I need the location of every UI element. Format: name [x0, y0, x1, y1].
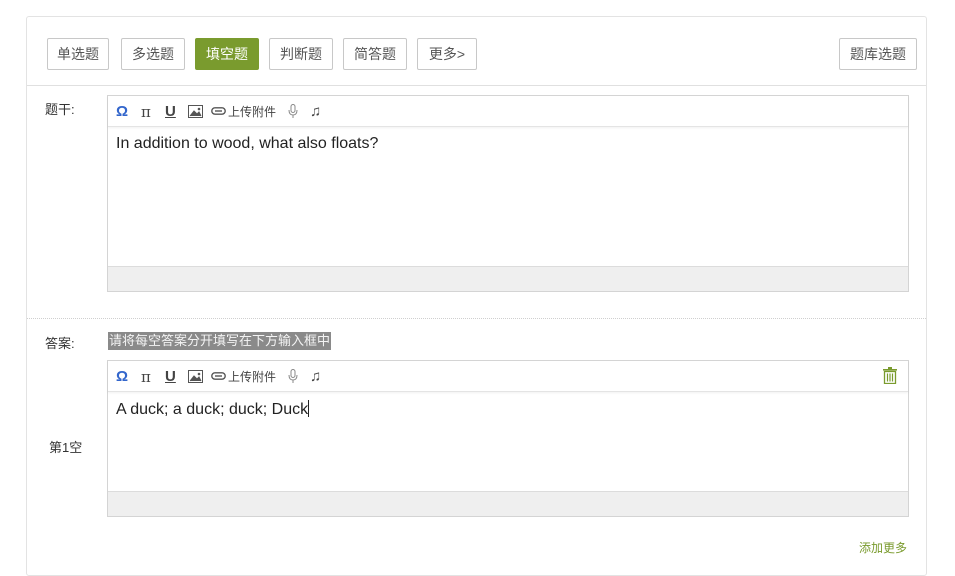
underline-icon[interactable]: U: [165, 103, 176, 121]
multiple-choice-button[interactable]: 多选题: [121, 38, 185, 70]
music-icon[interactable]: ♫: [310, 103, 321, 121]
answer-toolbar: Ω π U 上传附件 ♫: [108, 361, 908, 392]
music-icon[interactable]: ♫: [310, 368, 321, 386]
text-caret: [308, 400, 310, 417]
stem-content[interactable]: In addition to wood, what also floats?: [108, 127, 908, 161]
stem-editor-footer: [108, 266, 908, 291]
add-more-link[interactable]: 添加更多: [859, 539, 907, 556]
question-editor-panel: 单选题 多选题 填空题 判断题 简答题 更多> 题库选题 题干: Ω π U 上…: [26, 16, 927, 576]
question-bank-button[interactable]: 题库选题: [839, 38, 917, 70]
question-type-bar: 单选题 多选题 填空题 判断题 简答题 更多> 题库选题: [27, 17, 926, 86]
answer-blank-1-editor[interactable]: Ω π U 上传附件 ♫ A duck; a duck; duck; Duck: [107, 360, 909, 517]
section-divider: [27, 318, 926, 319]
image-icon[interactable]: [188, 105, 203, 123]
answer-blank-1-content[interactable]: A duck; a duck; duck; Duck: [108, 392, 908, 427]
answer-editor-footer: [108, 491, 908, 516]
short-answer-button[interactable]: 简答题: [343, 38, 407, 70]
underline-icon[interactable]: U: [165, 368, 176, 386]
upload-attachment-link[interactable]: 上传附件: [228, 103, 276, 121]
blank-1-label: 第1空: [49, 440, 83, 455]
stem-toolbar: Ω π U 上传附件 ♫: [108, 96, 908, 127]
special-char-icon[interactable]: Ω: [116, 368, 128, 386]
answer-hint: 请将每空答案分开填写在下方输入框中: [108, 332, 332, 350]
image-icon[interactable]: [188, 370, 203, 388]
attachment-icon[interactable]: [211, 372, 226, 390]
answer-text: A duck; a duck; duck; Duck: [116, 401, 309, 418]
special-char-icon[interactable]: Ω: [116, 103, 128, 121]
more-types-button[interactable]: 更多>: [417, 38, 477, 70]
microphone-icon[interactable]: [288, 104, 298, 122]
formula-pi-icon[interactable]: π: [141, 368, 151, 386]
true-false-button[interactable]: 判断题: [269, 38, 333, 70]
trash-icon[interactable]: [882, 367, 898, 389]
stem-label: 题干:: [45, 102, 75, 117]
fill-blank-button[interactable]: 填空题: [195, 38, 259, 70]
attachment-icon[interactable]: [211, 107, 226, 125]
single-choice-button[interactable]: 单选题: [47, 38, 109, 70]
stem-editor[interactable]: Ω π U 上传附件 ♫ In addition to wood, what a…: [107, 95, 909, 292]
formula-pi-icon[interactable]: π: [141, 103, 151, 121]
upload-attachment-link[interactable]: 上传附件: [228, 368, 276, 386]
answer-label: 答案:: [45, 336, 75, 351]
microphone-icon[interactable]: [288, 369, 298, 387]
